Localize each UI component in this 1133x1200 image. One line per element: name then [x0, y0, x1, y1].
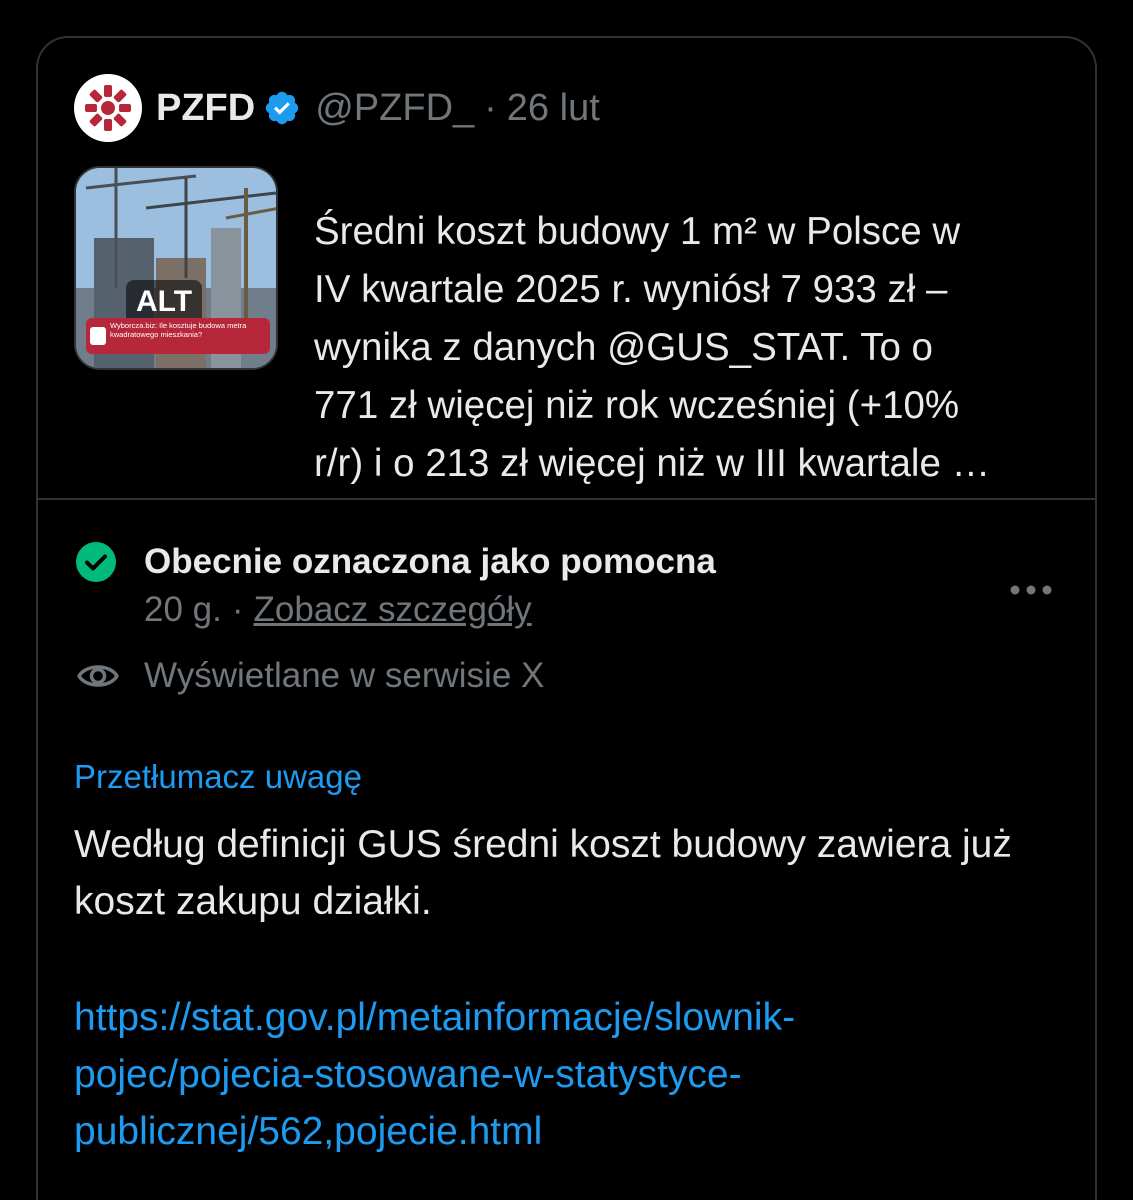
tweet-date[interactable]: 26 lut	[507, 87, 600, 130]
header-separator: ·	[484, 86, 497, 129]
see-details-link[interactable]: Zobacz szczegóły	[254, 590, 532, 630]
more-horizontal-icon	[1010, 585, 1052, 595]
visibility-text: Wyświetlane w serwisie X	[144, 656, 545, 695]
author-name[interactable]: PZFD	[156, 87, 255, 130]
note-source-link[interactable]: https://stat.gov.pl/metainformacje/slown…	[74, 989, 1074, 1160]
community-note-card: PZFD @PZFD_ · 26 lut ALT Wyborcza.biz: I…	[36, 36, 1097, 1200]
media-caption-card: Wyborcza.biz: Ile kosztuje budowa metra …	[86, 318, 270, 354]
note-status-row: Obecnie oznaczona jako pomocna	[76, 542, 716, 582]
tweet-media-thumbnail[interactable]: ALT Wyborcza.biz: Ile kosztuje budowa me…	[74, 166, 278, 370]
section-divider	[38, 498, 1095, 500]
more-options-button[interactable]	[1004, 572, 1058, 608]
note-meta-row: 20 g. · Zobacz szczegóły	[144, 590, 532, 630]
quoted-tweet-header[interactable]: PZFD @PZFD_ · 26 lut	[74, 74, 600, 142]
note-status-title: Obecnie oznaczona jako pomocna	[144, 542, 716, 581]
author-avatar[interactable]	[74, 74, 142, 142]
translate-note-link[interactable]: Przetłumacz uwagę	[74, 758, 362, 796]
note-body-text: Według definicji GUS średni koszt budowy…	[74, 823, 1012, 923]
document-icon	[90, 327, 106, 345]
note-visibility-row: Wyświetlane w serwisie X	[76, 654, 544, 698]
author-handle[interactable]: @PZFD_	[315, 87, 474, 130]
media-caption-text: Wyborcza.biz: Ile kosztuje budowa metra …	[110, 321, 247, 339]
check-circle-icon	[76, 542, 116, 582]
pzfd-logo-icon	[85, 85, 131, 131]
meta-separator: ·	[231, 590, 244, 629]
note-age: 20 g.	[144, 590, 222, 629]
eye-icon	[76, 654, 120, 698]
verified-badge-icon	[263, 89, 301, 127]
quoted-tweet-text[interactable]: Średni koszt budowy 1 m² w Polsce w IV k…	[314, 203, 1094, 493]
